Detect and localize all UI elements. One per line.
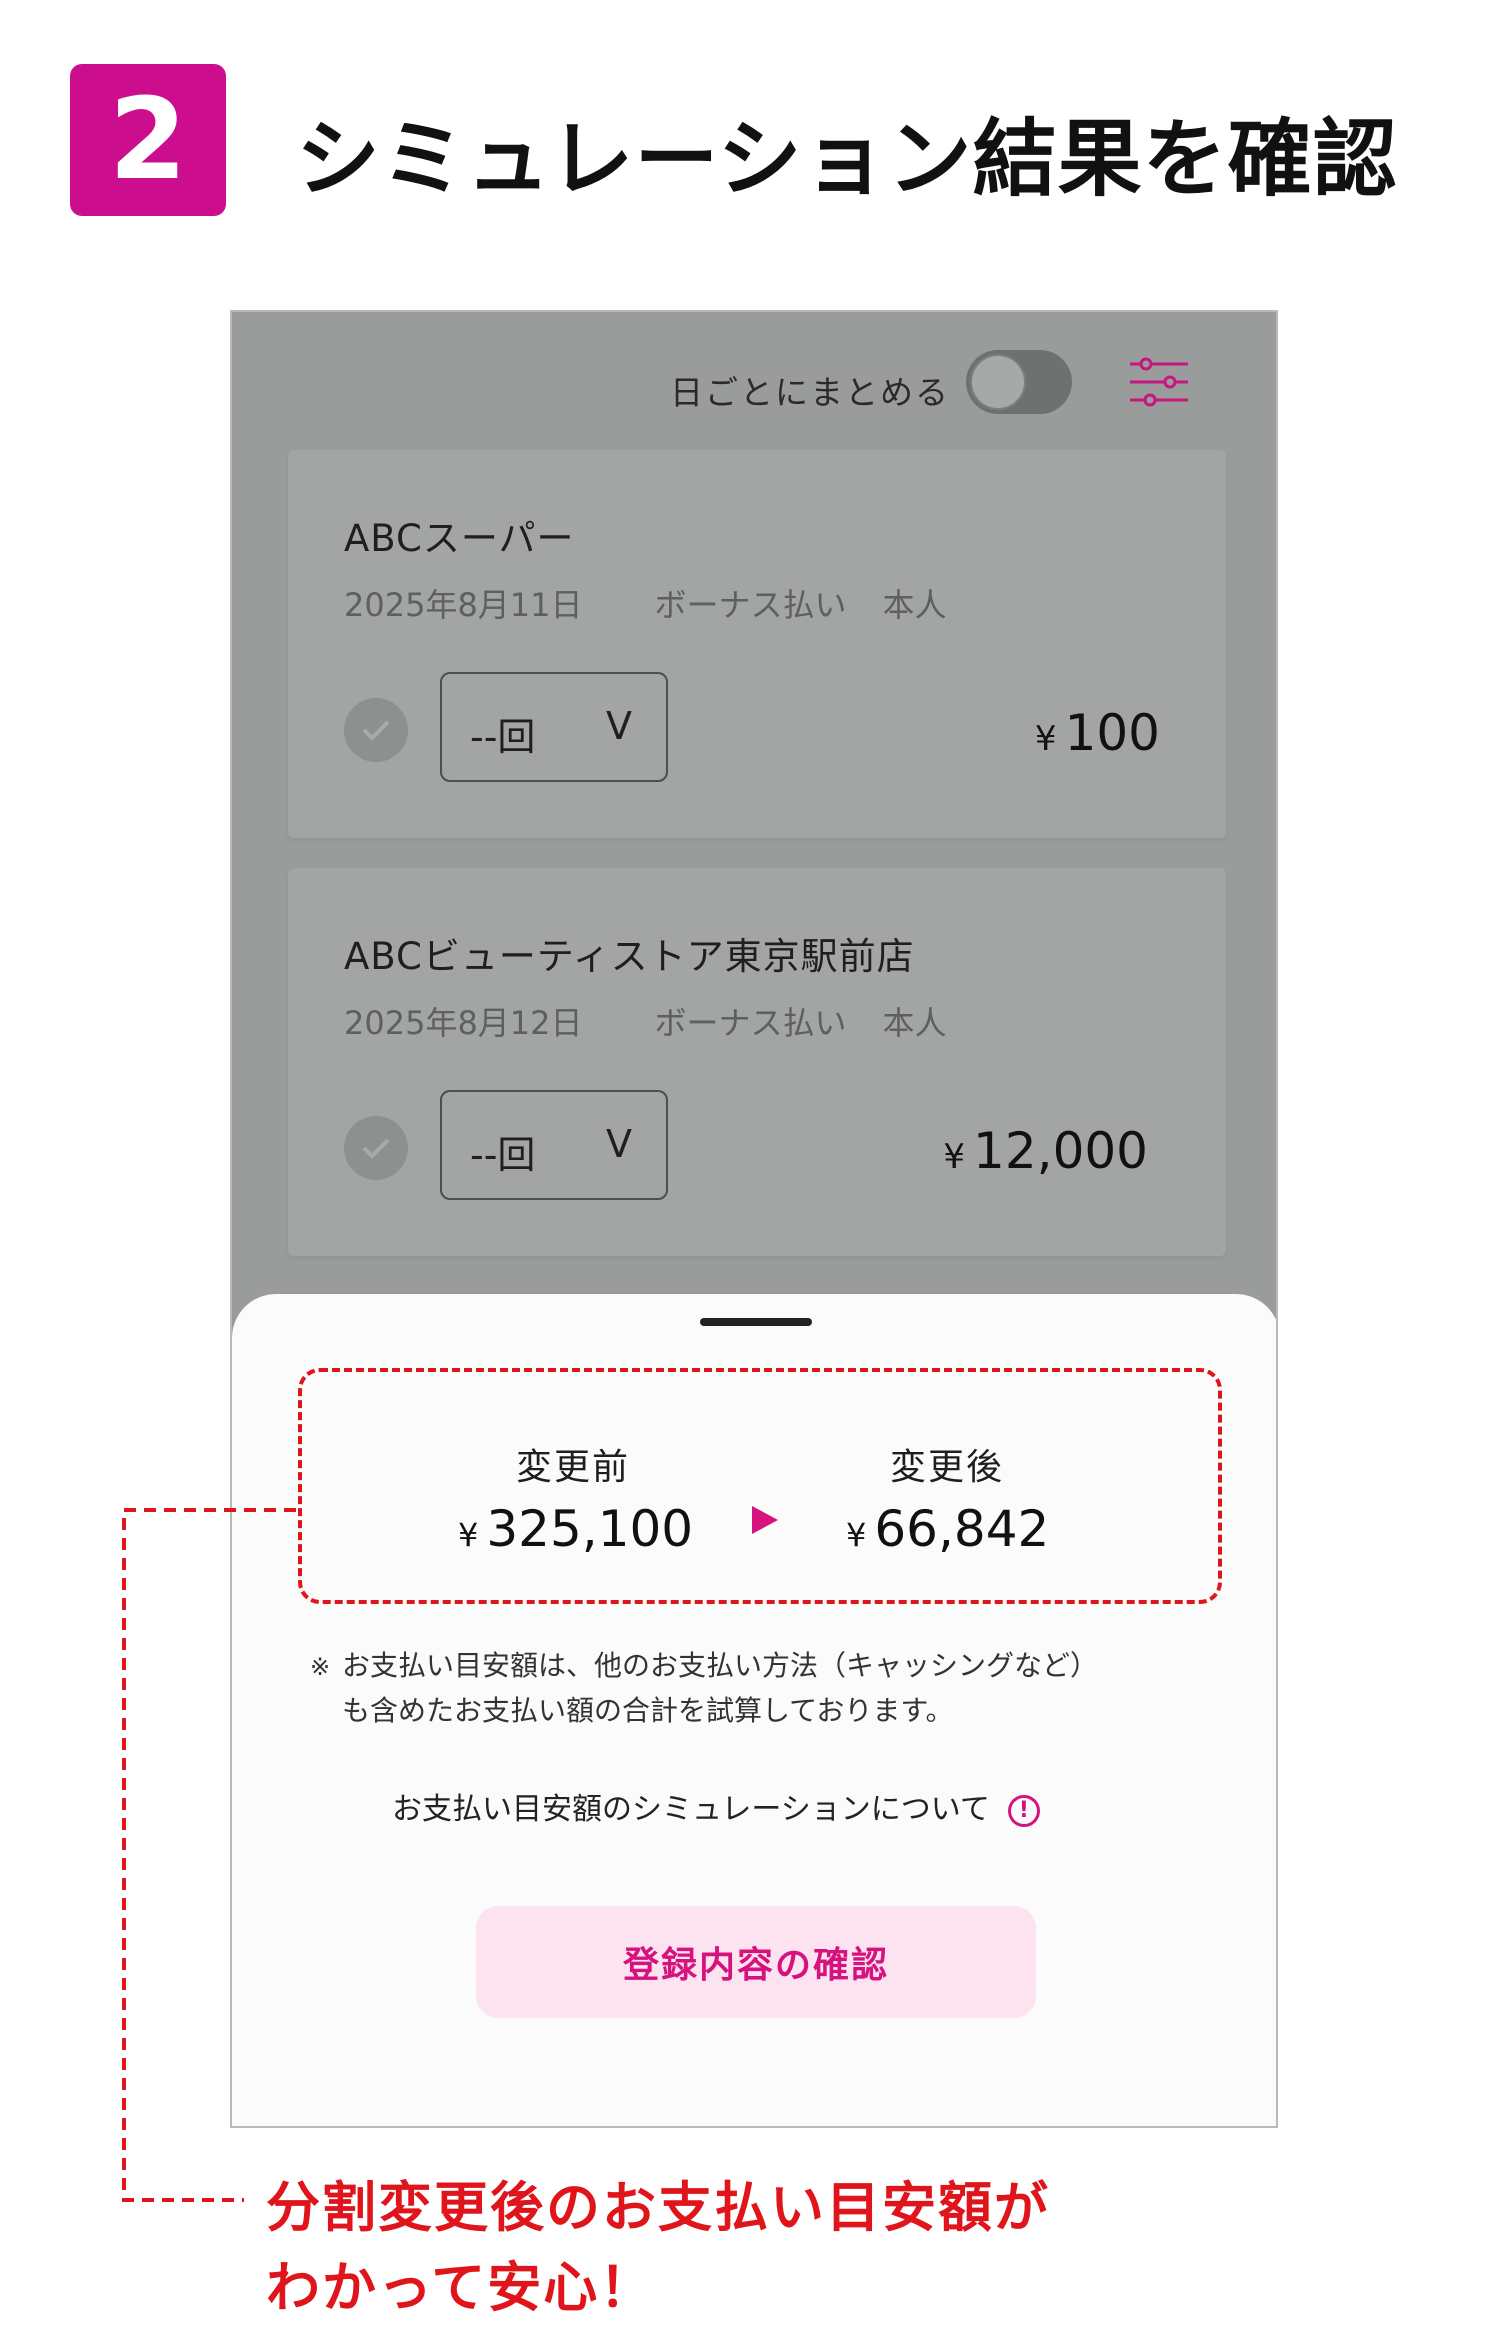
transaction-amount: ¥100 <box>1035 704 1160 762</box>
chevron-down-icon: V <box>606 704 632 748</box>
group-by-day-toggle[interactable] <box>966 350 1072 414</box>
installment-select[interactable]: --回 V <box>440 672 668 782</box>
callout-line-1: 分割変更後のお支払い目安額が <box>266 2176 1050 2239</box>
amount-value: 100 <box>1064 704 1160 762</box>
transaction-card[interactable]: ABCスーパー 2025年8月11日 ボーナス払い 本人 --回 V ¥100 <box>288 450 1226 838</box>
note-line-2: も含めたお支払い額の合計を試算しております。 <box>342 1694 954 1727</box>
select-checkbox[interactable] <box>344 698 408 762</box>
before-amount-value: 325,100 <box>486 1500 694 1558</box>
amount-comparison: 変更前 ¥325,100 変更後 ¥66,842 <box>232 1294 1276 1594</box>
payment-type: ボーナス払い <box>654 586 847 624</box>
transaction-meta: 2025年8月12日 ボーナス払い 本人 <box>344 998 947 1044</box>
before-change-amount: ¥325,100 <box>458 1500 693 1558</box>
checkmark-icon <box>362 1138 390 1159</box>
simulation-info-label: お支払い目安額のシミュレーションについて <box>392 1792 990 1827</box>
installment-select-value: --回 <box>470 1133 536 1177</box>
estimate-note: ※ お支払い目安額は、他のお支払い方法（キャッシングなど） も含めたお支払い額の合… <box>310 1644 1098 1733</box>
transaction-date: 2025年8月11日 <box>344 586 583 624</box>
yen-symbol: ¥ <box>846 1516 867 1554</box>
after-change-label: 変更後 <box>890 1447 1005 1488</box>
info-icon[interactable]: ! <box>1007 1794 1040 1827</box>
simulation-info-link[interactable]: お支払い目安額のシミュレーションについて! <box>392 1784 1040 1828</box>
arrow-right-icon <box>752 1506 778 1534</box>
confirm-registration-button[interactable]: 登録内容の確認 <box>476 1906 1036 2018</box>
simulation-bottom-sheet: 変更前 ¥325,100 変更後 ¥66,842 ※ お支払い目安額は、他のお支払… <box>232 1294 1276 2126</box>
store-name: ABCビューティストア東京駅前店 <box>344 935 915 978</box>
group-by-day-row: 日ごとにまとめる <box>232 332 1276 414</box>
step-title: シミュレーション結果を確認 <box>296 110 1398 208</box>
yen-symbol: ¥ <box>1034 719 1057 759</box>
transaction-date: 2025年8月12日 <box>344 1004 583 1042</box>
cardholder: 本人 <box>882 586 947 624</box>
toggle-knob <box>970 354 1026 410</box>
cardholder: 本人 <box>882 1004 947 1042</box>
transaction-meta: 2025年8月11日 ボーナス払い 本人 <box>344 580 947 626</box>
checkmark-icon <box>362 720 390 741</box>
store-name: ABCスーパー <box>344 517 575 560</box>
callout-line-2: わかって安心！ <box>266 2256 656 2319</box>
note-line-1: お支払い目安額は、他のお支払い方法（キャッシングなど） <box>342 1649 1099 1682</box>
payment-type: ボーナス払い <box>654 1004 847 1042</box>
chevron-down-icon: V <box>606 1122 632 1166</box>
yen-symbol: ¥ <box>943 1137 966 1177</box>
app-screen: 日ごとにまとめる ABCスーパー 2025年8月11日 ボーナス払い 本人 --… <box>230 310 1278 2128</box>
transaction-card[interactable]: ABCビューティストア東京駅前店 2025年8月12日 ボーナス払い 本人 --回 … <box>288 868 1226 1256</box>
before-change-label: 変更前 <box>516 1447 631 1488</box>
sliders-icon[interactable] <box>1128 354 1190 410</box>
callout-text: 分割変更後のお支払い目安額が わかって安心！ <box>266 2168 1050 2328</box>
note-mark: ※ <box>310 1653 331 1681</box>
after-change-amount: ¥66,842 <box>846 1500 1049 1558</box>
installment-select-value: --回 <box>470 715 536 759</box>
transaction-amount: ¥12,000 <box>943 1122 1148 1180</box>
step-number-badge: 2 <box>70 64 226 216</box>
installment-select[interactable]: --回 V <box>440 1090 668 1200</box>
select-checkbox[interactable] <box>344 1116 408 1180</box>
group-by-day-label: 日ごとにまとめる <box>670 373 950 412</box>
amount-value: 12,000 <box>973 1122 1148 1180</box>
yen-symbol: ¥ <box>458 1516 479 1554</box>
after-amount-value: 66,842 <box>874 1500 1050 1558</box>
